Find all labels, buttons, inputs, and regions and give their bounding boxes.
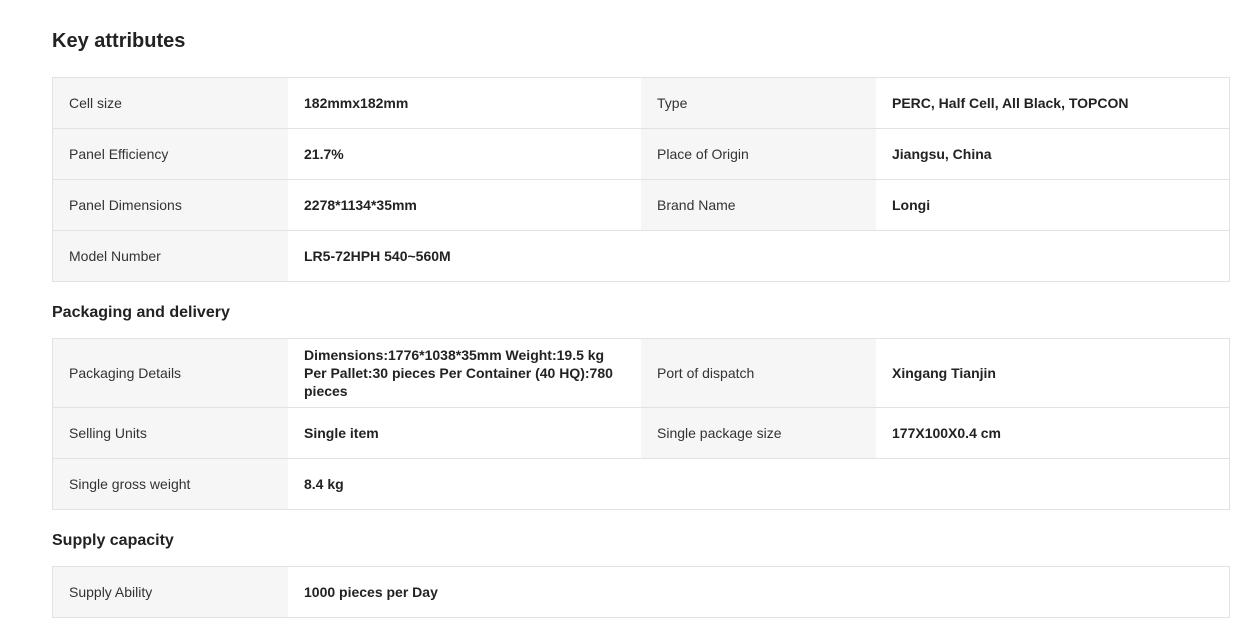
attribute-value: 1000 pieces per Day — [288, 567, 641, 617]
empty-cell — [641, 231, 876, 281]
key-attributes-heading: Key attributes — [52, 30, 186, 52]
table-row: Panel Dimensions 2278*1134*35mm Brand Na… — [53, 180, 1229, 231]
attribute-label: Supply Ability — [53, 567, 288, 617]
attribute-value: 2278*1134*35mm — [288, 180, 641, 230]
attribute-value: 21.7% — [288, 129, 641, 179]
table-row: Single gross weight 8.4 kg — [53, 459, 1229, 510]
attribute-label: Place of Origin — [641, 129, 876, 179]
table-row: Cell size 182mmx182mm Type PERC, Half Ce… — [53, 78, 1229, 129]
attribute-label: Selling Units — [53, 408, 288, 458]
table-row: Panel Efficiency 21.7% Place of Origin J… — [53, 129, 1229, 180]
empty-cell — [641, 459, 876, 509]
table-row: Supply Ability 1000 pieces per Day — [53, 567, 1229, 618]
attribute-label: Type — [641, 78, 876, 128]
attribute-label: Port of dispatch — [641, 339, 876, 407]
attribute-label: Cell size — [53, 78, 288, 128]
empty-cell — [876, 231, 1229, 281]
attribute-value: Single item — [288, 408, 641, 458]
table-row: Selling Units Single item Single package… — [53, 408, 1229, 459]
attribute-label: Brand Name — [641, 180, 876, 230]
table-row: Packaging Details Dimensions:1776*1038*3… — [53, 339, 1229, 408]
empty-cell — [641, 567, 876, 617]
table-row: Model Number LR5-72HPH 540~560M — [53, 231, 1229, 282]
attribute-value: PERC, Half Cell, All Black, TOPCON — [876, 78, 1229, 128]
attribute-label: Single gross weight — [53, 459, 288, 509]
attribute-label: Panel Dimensions — [53, 180, 288, 230]
attribute-value: Longi — [876, 180, 1229, 230]
attribute-label: Packaging Details — [53, 339, 288, 407]
product-attributes-page: Key attributes Cell size 182mmx182mm Typ… — [0, 0, 1242, 631]
packaging-heading: Packaging and delivery — [52, 304, 230, 321]
attribute-value: Xingang Tianjin — [876, 339, 1229, 407]
empty-cell — [876, 567, 1229, 617]
attribute-value: 182mmx182mm — [288, 78, 641, 128]
attribute-label: Single package size — [641, 408, 876, 458]
empty-cell — [876, 459, 1229, 509]
supply-heading: Supply capacity — [52, 532, 174, 549]
attribute-label: Panel Efficiency — [53, 129, 288, 179]
attribute-label: Model Number — [53, 231, 288, 281]
attribute-value: 177X100X0.4 cm — [876, 408, 1229, 458]
packaging-table: Packaging Details Dimensions:1776*1038*3… — [52, 338, 1230, 510]
supply-table: Supply Ability 1000 pieces per Day — [52, 566, 1230, 618]
attribute-value: Jiangsu, China — [876, 129, 1229, 179]
attribute-value: Dimensions:1776*1038*35mm Weight:19.5 kg… — [288, 339, 641, 407]
attribute-value: 8.4 kg — [288, 459, 641, 509]
attribute-value: LR5-72HPH 540~560M — [288, 231, 641, 281]
key-attributes-table: Cell size 182mmx182mm Type PERC, Half Ce… — [52, 77, 1230, 282]
